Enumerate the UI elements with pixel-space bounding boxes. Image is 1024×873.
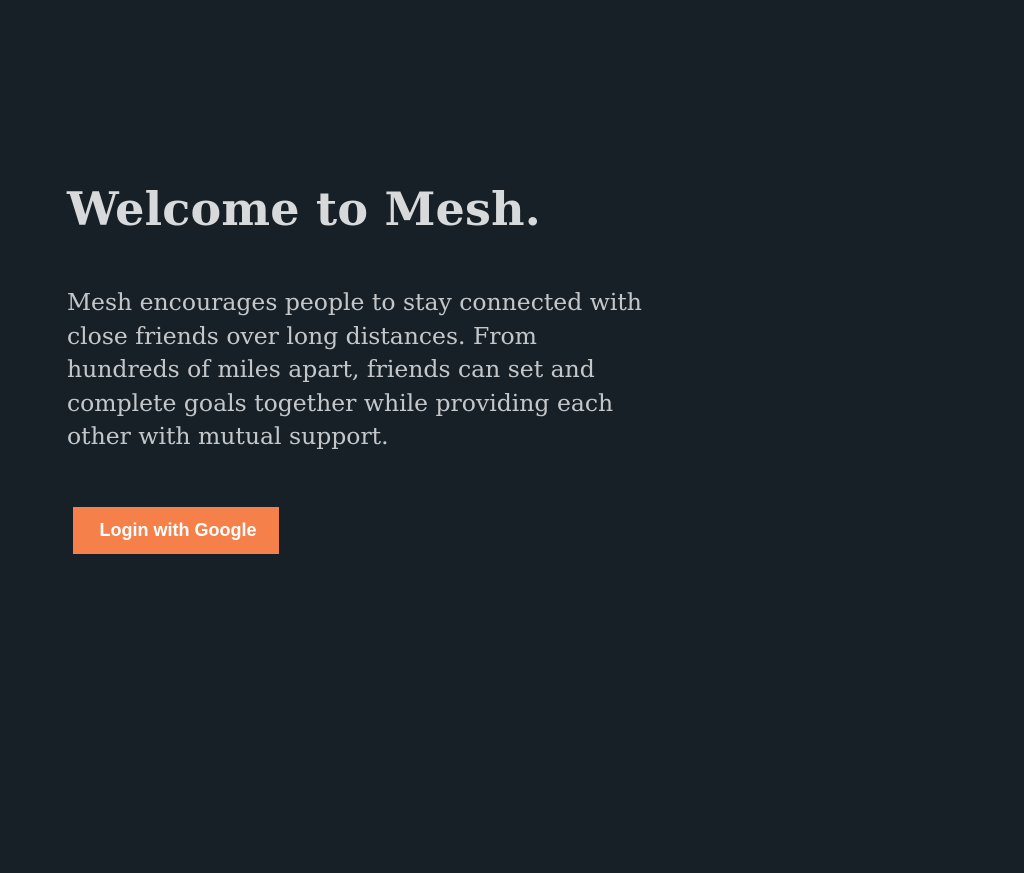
hero-section: Welcome to Mesh. Mesh encourages people …: [67, 180, 667, 454]
welcome-description: Mesh encourages people to stay connected…: [67, 288, 642, 450]
login-with-google-button[interactable]: Login with Google: [73, 507, 279, 554]
page-title: Welcome to Mesh.: [67, 182, 541, 236]
login-button-label: Login with Google: [99, 520, 257, 540]
welcome-page: Welcome to Mesh. Mesh encourages people …: [0, 0, 1024, 873]
